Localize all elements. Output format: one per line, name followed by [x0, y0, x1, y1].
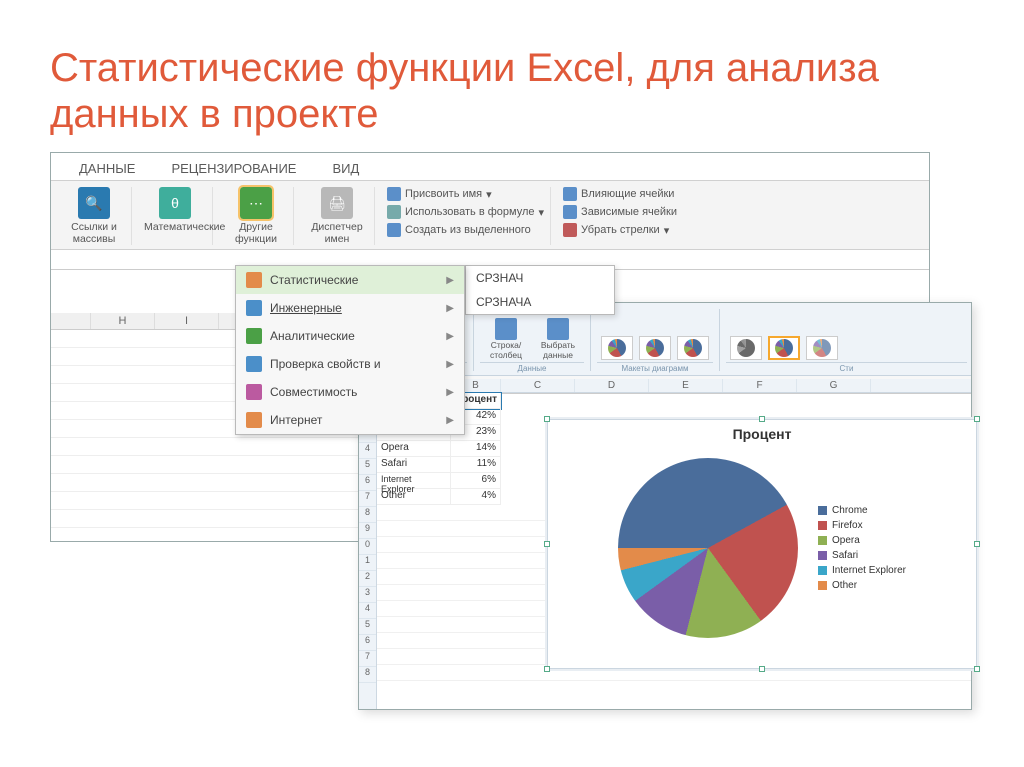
cube-icon — [246, 328, 262, 344]
chart-title[interactable]: Процент — [548, 426, 976, 442]
layout-thumb-icon — [608, 339, 626, 357]
col-g[interactable]: G — [797, 379, 871, 392]
rowcol-icon — [495, 318, 517, 340]
fn-averagea[interactable]: СРЗНАЧА — [466, 290, 614, 314]
group-data-label: Данные — [480, 362, 584, 373]
trace-dep-icon — [563, 205, 577, 219]
ribbon-tabs: ДАННЫЕ РЕЦЕНЗИРОВАНИЕ ВИД — [51, 153, 929, 180]
dropdown-compat[interactable]: Совместимость▶ — [236, 378, 464, 406]
eng-icon — [246, 300, 262, 316]
dropdown-info[interactable]: Проверка свойств и▶ — [236, 350, 464, 378]
web-icon — [246, 412, 262, 428]
col-c[interactable]: C — [501, 379, 575, 392]
selection-icon — [387, 223, 401, 237]
worksheet-grid[interactable]: A B C D E F G Браузер Процент Chrome42% … — [377, 379, 971, 709]
col-h[interactable]: H — [91, 313, 155, 329]
name-manager-icon[interactable]: 🖨 — [321, 187, 353, 219]
dropdown-analytical[interactable]: Аналитические▶ — [236, 322, 464, 350]
col-f[interactable]: F — [723, 379, 797, 392]
dropdown-statistical[interactable]: Статистические▶ — [236, 266, 464, 294]
use-in-formula-button[interactable]: Использовать в формуле ▾ — [387, 205, 544, 219]
remove-arrows-button[interactable]: Убрать стрелки ▾ — [563, 223, 677, 237]
group-layouts-label: Макеты диаграмм — [597, 362, 713, 373]
tab-review[interactable]: РЕЦЕНЗИРОВАНИЕ — [153, 157, 314, 180]
define-name-button[interactable]: Присвоить имя ▾ — [387, 187, 544, 201]
chart-style-gallery[interactable] — [726, 334, 967, 362]
trace-precedents-button[interactable]: Влияющие ячейки — [563, 187, 677, 201]
tab-data[interactable]: ДАННЫЕ — [61, 157, 153, 180]
chart-legend: Chrome Firefox Opera Safari Internet Exp… — [818, 501, 906, 595]
name-manager-label: Диспетчер имен — [306, 221, 368, 245]
lookup-icon[interactable]: 🔍 — [78, 187, 110, 219]
group-styles-label: Сти — [726, 362, 967, 373]
trace-dependents-button[interactable]: Зависимые ячейки — [563, 205, 677, 219]
ribbon: 🔍 Ссылки и массивы θ Математические ⋯ Др… — [51, 180, 929, 250]
more-functions-icon[interactable]: ⋯ — [240, 187, 272, 219]
col-d[interactable]: D — [575, 379, 649, 392]
math-label: Математические — [144, 221, 206, 233]
formula-icon — [387, 205, 401, 219]
chart-layout-gallery[interactable] — [597, 334, 713, 362]
stat-icon — [246, 272, 262, 288]
workspace: ДАННЫЕ РЕЦЕНЗИРОВАНИЕ ВИД 🔍 Ссылки и мас… — [50, 152, 974, 712]
chevron-right-icon: ▶ — [446, 275, 454, 286]
col-e[interactable]: E — [649, 379, 723, 392]
legend-swatch — [818, 506, 827, 515]
column-headers: A B C D E F G — [377, 379, 971, 393]
math-icon[interactable]: θ — [159, 187, 191, 219]
table-header-row: Браузер Процент — [377, 393, 971, 409]
lookup-label: Ссылки и массивы — [63, 221, 125, 245]
switch-rowcol-button[interactable]: Строка/столбец — [480, 316, 532, 362]
pie-chart[interactable]: Процент Chrome Firefox Opera Safari Inte… — [547, 419, 977, 669]
info-icon — [246, 356, 262, 372]
slide-title: Статистические функции Excel, для анализ… — [0, 0, 1024, 147]
more-functions-dropdown: Статистические▶ Инженерные▶ Аналитически… — [235, 265, 465, 435]
fn-average[interactable]: СРЗНАЧ — [466, 266, 614, 290]
col-i[interactable]: I — [155, 313, 219, 329]
remove-arrows-icon — [563, 223, 577, 237]
compat-icon — [246, 384, 262, 400]
tag-icon — [387, 187, 401, 201]
trace-prec-icon — [563, 187, 577, 201]
tab-view[interactable]: ВИД — [314, 157, 377, 180]
statistical-submenu: СРЗНАЧ СРЗНАЧА — [465, 265, 615, 315]
pie-graphic — [618, 458, 798, 638]
dropdown-web[interactable]: Интернет▶ — [236, 406, 464, 434]
select-data-icon — [547, 318, 569, 340]
more-functions-label: Другие функции — [225, 221, 287, 245]
create-from-selection-button[interactable]: Создать из выделенного — [387, 223, 544, 237]
dropdown-engineering[interactable]: Инженерные▶ — [236, 294, 464, 322]
select-data-button[interactable]: Выбрать данные — [532, 316, 584, 362]
